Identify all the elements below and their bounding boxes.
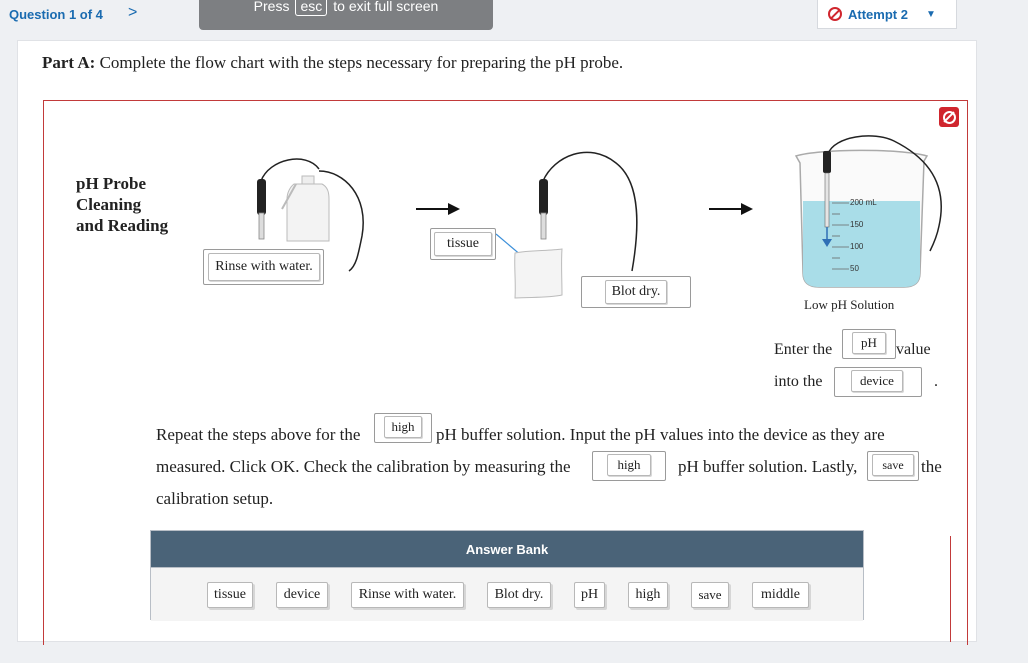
beaker-mark: 200 mL — [850, 198, 877, 207]
part-title: Part A: Complete the flow chart with the… — [42, 53, 623, 73]
bank-item-high[interactable]: high — [628, 582, 668, 608]
bank-item-tissue[interactable]: tissue — [207, 582, 253, 608]
answer-bank-items: tissue device Rinse with water. Blot dry… — [151, 567, 863, 621]
answer-bank-title: Answer Bank — [151, 531, 863, 567]
bank-item-device[interactable]: device — [276, 582, 328, 608]
fullscreen-banner: Press esc to exit full screen — [199, 0, 493, 30]
answer-tile-step1[interactable]: Rinse with water. — [208, 253, 320, 281]
beaker-label: Low pH Solution — [804, 297, 895, 312]
banner-press: Press — [253, 0, 290, 14]
part-prompt: Complete the flow chart with the steps n… — [99, 53, 624, 72]
bank-item-ph[interactable]: pH — [574, 582, 605, 608]
flow-arrow-icon — [709, 203, 753, 215]
question-nav[interactable]: Question 1 of 4 — [9, 7, 103, 22]
answer-tile-high[interactable]: high — [607, 454, 651, 476]
answer-tile-step2[interactable]: Blot dry. — [605, 280, 667, 304]
top-bar: Question 1 of 4 > Press esc to exit full… — [0, 0, 1028, 32]
tissue-icon — [495, 233, 563, 299]
attempt-dropdown[interactable]: Attempt 2 ▼ — [817, 0, 957, 29]
answer-tile-high[interactable]: high — [384, 416, 422, 438]
repeat-line3: calibration setup. — [156, 489, 274, 508]
repeat-line2-b: pH buffer solution. Lastly, — [678, 457, 858, 476]
flowchart-border — [950, 536, 951, 642]
answer-bank: Answer Bank tissue device Rinse with wat… — [150, 530, 864, 621]
bank-item-save[interactable]: save — [691, 582, 729, 608]
beaker-icon — [794, 135, 942, 288]
next-question-button[interactable]: > — [128, 4, 137, 22]
repeat-line2-c: the — [921, 457, 942, 476]
repeat-line1-b: pH buffer solution. Input the pH values … — [436, 425, 885, 444]
chevron-down-icon: ▼ — [925, 8, 936, 20]
answer-tile-ph[interactable]: pH — [852, 332, 886, 354]
bank-item-middle[interactable]: middle — [752, 582, 809, 608]
part-label: Part A: — [42, 53, 96, 72]
beaker-mark: 50 — [850, 264, 859, 273]
bank-item-rinse[interactable]: Rinse with water. — [351, 582, 464, 608]
answer-tile-device[interactable]: device — [851, 370, 903, 392]
beaker-mark: 100 — [850, 242, 864, 251]
answer-tile-save[interactable]: save — [872, 454, 914, 476]
repeat-line2-a: measured. Click OK. Check the calibratio… — [156, 457, 571, 476]
enter-suffix: value — [896, 341, 931, 358]
repeat-line1-a: Repeat the steps above for the — [156, 425, 361, 444]
enter-end: . — [934, 373, 938, 390]
prohibited-icon — [828, 7, 842, 21]
bank-item-blot[interactable]: Blot dry. — [487, 582, 551, 608]
enter-prefix: Enter the — [774, 341, 833, 358]
enter-prefix2: into the — [774, 373, 823, 390]
esc-key-label: esc — [295, 0, 328, 16]
banner-rest: to exit full screen — [333, 0, 439, 14]
tissue-label: tissue — [434, 232, 492, 256]
beaker-mark: 150 — [850, 220, 864, 229]
flow-arrow-icon — [416, 203, 460, 215]
attempt-label: Attempt 2 — [848, 6, 908, 22]
